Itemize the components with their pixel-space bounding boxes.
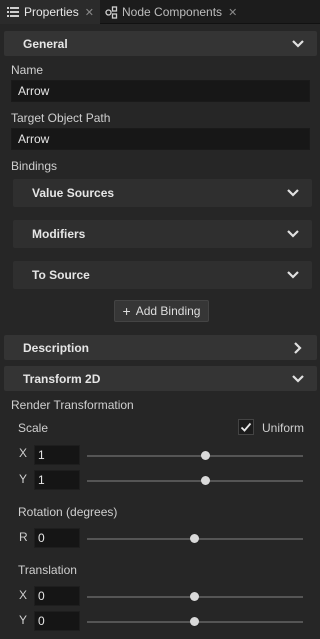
plus-icon: + [122, 303, 131, 319]
rotation-label: Rotation (degrees) [18, 505, 118, 519]
chevron-down-icon [287, 230, 299, 238]
tab-node-components-label: Node Components [122, 5, 223, 19]
rotation-slider-thumb[interactable] [190, 534, 199, 543]
section-title: Transform 2D [23, 371, 101, 386]
add-binding-label: Add Binding [135, 304, 201, 318]
tab-bar: Properties ✕ Node Components ✕ [0, 0, 320, 24]
chevron-down-icon [287, 189, 299, 197]
uniform-checkbox[interactable] [238, 419, 254, 435]
section-title: Value Sources [32, 186, 115, 200]
section-header-modifiers[interactable]: Modifiers [13, 220, 312, 248]
target-path-label: Target Object Path [11, 111, 111, 125]
tab-properties[interactable]: Properties ✕ [0, 0, 100, 24]
translation-y-input[interactable]: 0 [34, 611, 80, 631]
close-icon[interactable]: ✕ [228, 6, 237, 19]
translation-x-slider-thumb[interactable] [190, 592, 199, 601]
name-field[interactable]: Arrow [11, 80, 310, 102]
section-title: Description [23, 340, 90, 355]
section-header-value-sources[interactable]: Value Sources [13, 179, 312, 207]
section-title: Modifiers [32, 227, 86, 241]
translation-y-label: Y [19, 613, 28, 627]
name-label: Name [11, 63, 44, 77]
target-path-field[interactable]: Arrow [11, 128, 310, 150]
tab-node-components[interactable]: Node Components ✕ [102, 0, 262, 24]
section-header-to-source[interactable]: To Source [13, 261, 312, 289]
add-binding-button[interactable]: + Add Binding [114, 300, 209, 322]
scale-label: Scale [18, 421, 49, 435]
uniform-label: Uniform [262, 421, 305, 435]
scale-y-slider-thumb[interactable] [201, 476, 210, 485]
section-title: To Source [32, 268, 90, 282]
bindings-label: Bindings [11, 159, 58, 173]
node-components-icon [104, 5, 118, 19]
section-header-description[interactable]: Description [4, 335, 317, 360]
chevron-down-icon [292, 39, 304, 48]
scale-y-label: Y [19, 472, 28, 486]
close-icon[interactable]: ✕ [85, 6, 94, 19]
section-header-transform-2d[interactable]: Transform 2D [4, 366, 317, 391]
scale-x-slider-track[interactable] [87, 455, 303, 457]
scale-x-label: X [19, 446, 28, 460]
list-icon [6, 5, 20, 19]
scale-x-input[interactable]: 1 [34, 445, 80, 465]
render-transformation-label: Render Transformation [11, 398, 134, 412]
rotation-input[interactable]: 0 [34, 528, 80, 548]
chevron-down-icon [287, 271, 299, 279]
scale-y-input[interactable]: 1 [34, 470, 80, 490]
chevron-down-icon [292, 374, 304, 383]
translation-label: Translation [18, 563, 77, 577]
translation-y-slider-thumb[interactable] [190, 617, 199, 626]
section-header-general[interactable]: General [4, 31, 317, 56]
translation-x-label: X [19, 588, 28, 602]
tab-properties-label: Properties [24, 5, 79, 19]
rotation-r-label: R [19, 530, 28, 544]
translation-x-input[interactable]: 0 [34, 586, 80, 606]
scale-x-slider-thumb[interactable] [201, 451, 210, 460]
scale-y-slider-track[interactable] [87, 480, 303, 482]
chevron-right-icon [294, 341, 302, 354]
section-title: General [23, 36, 68, 51]
checkmark-icon [240, 422, 252, 432]
